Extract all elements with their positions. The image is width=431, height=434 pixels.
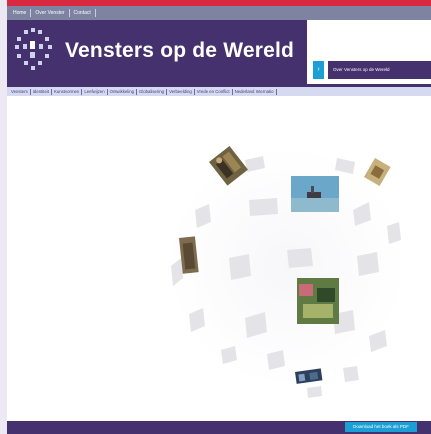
tab-marker-icon[interactable]: › — [313, 61, 324, 79]
top-link-over[interactable]: Over Venster — [31, 9, 70, 17]
nav-item-verbeelding[interactable]: Verbeelding — [167, 88, 195, 95]
photo-ship[interactable] — [291, 176, 339, 212]
nav-item-globalisering[interactable]: Globalisering — [137, 88, 168, 95]
nav-item-vrede-conflict[interactable]: Vrede en Conflict — [195, 88, 233, 95]
nav-item-ontwikkeling[interactable]: Ontwikkeling — [108, 88, 137, 95]
dotted-window-icon[interactable] — [15, 28, 55, 72]
nav-item-leefwijzen[interactable]: Leefwijzen — [82, 88, 108, 95]
page: Home Over Venster Contact Vensters op de… — [7, 0, 431, 434]
nav-item-nederland[interactable]: Nederland Internatio — [233, 88, 277, 95]
site-title[interactable]: Vensters op de Wereld — [65, 39, 294, 63]
nav-item-vensters[interactable]: Vensters — [9, 88, 31, 95]
top-link-contact[interactable]: Contact — [70, 9, 96, 17]
photo-market[interactable] — [297, 278, 339, 324]
photo-sphere[interactable] — [137, 118, 431, 414]
download-pdf-button[interactable]: Download het boek als PDF — [345, 422, 417, 432]
main-nav: Vensters Identiteit Kunstvormen Leefwijz… — [7, 87, 431, 96]
site-header: Vensters op de Wereld — [7, 20, 307, 84]
nav-item-kunstvormen[interactable]: Kunstvormen — [52, 88, 83, 95]
top-link-home[interactable]: Home — [9, 9, 32, 17]
nav-item-identiteit[interactable]: Identiteit — [31, 88, 52, 95]
top-links-bar: Home Over Venster Contact — [7, 6, 431, 20]
tab-over-vensters[interactable]: Over Vensters op de Wereld — [328, 61, 431, 79]
